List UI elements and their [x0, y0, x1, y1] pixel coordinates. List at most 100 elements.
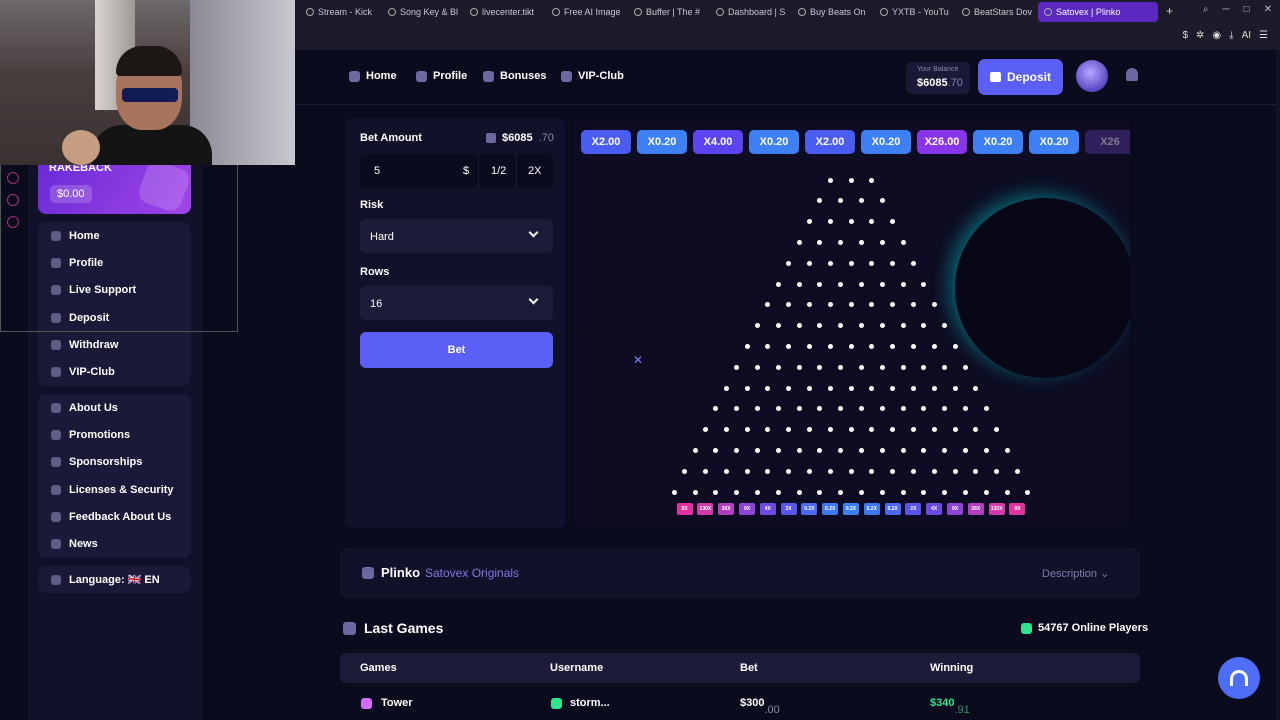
plinko-peg	[702, 427, 708, 433]
sidebar-item-vip-club[interactable]: VIP-Club	[38, 358, 191, 385]
rows-select[interactable]: 16	[360, 286, 553, 320]
row-win-decimal: .91	[954, 704, 970, 716]
risk-select[interactable]: Hard	[360, 219, 553, 253]
header-nav-home[interactable]: Home	[349, 70, 397, 82]
plinko-peg	[754, 323, 760, 329]
sidebar-item-withdraw[interactable]: Withdraw	[38, 331, 191, 358]
avatar[interactable]	[1076, 60, 1108, 92]
chevron-down-icon	[528, 294, 539, 305]
plinko-peg	[827, 468, 833, 474]
new-tab-button[interactable]: +	[1166, 4, 1173, 18]
description-toggle[interactable]: Description ⌄	[1042, 567, 1109, 580]
sidebar-item-deposit[interactable]: Deposit	[38, 304, 191, 331]
table-row[interactable]: Tower storm... $300.00 $340.91	[340, 690, 1140, 718]
browser-tab[interactable]: Free AI Image	[546, 2, 628, 22]
sidebar-item-feedback-about-us[interactable]: Feedback About Us	[38, 503, 191, 530]
plinko-peg	[952, 385, 958, 391]
plinko-peg	[858, 239, 864, 245]
double-bet-button[interactable]: 2X	[528, 165, 541, 177]
sidebar-item-live-support[interactable]: Live Support	[38, 277, 191, 304]
plinko-peg	[900, 281, 906, 287]
gear-icon[interactable]	[7, 216, 19, 228]
plinko-peg	[786, 343, 792, 349]
deposit-button[interactable]: Deposit	[978, 59, 1063, 95]
last-games-heading: Last Games	[343, 620, 443, 636]
menu-icon[interactable]: ☰	[1259, 30, 1268, 41]
bet-button[interactable]: Bet	[360, 332, 553, 368]
live-support-button[interactable]	[1218, 657, 1260, 699]
header-nav-vip[interactable]: VIP-Club	[561, 70, 624, 82]
close-icon[interactable]: ✕	[1264, 4, 1272, 15]
plinko-peg	[754, 406, 760, 412]
plinko-peg	[910, 260, 916, 266]
plinko-peg	[869, 219, 875, 225]
cube-icon[interactable]	[7, 194, 19, 206]
bet-amount-value[interactable]: 5	[374, 165, 380, 177]
ai-button[interactable]: AI	[1242, 30, 1251, 41]
sidebar-item-profile[interactable]: Profile	[38, 249, 191, 276]
description-label: Description	[1042, 568, 1098, 580]
tab-label: BeatStars Dov	[974, 7, 1033, 17]
plinko-peg	[838, 239, 844, 245]
browser-tab[interactable]: livecenter.tikt	[464, 2, 546, 22]
plinko-peg	[983, 447, 989, 453]
search-tabs-icon[interactable]: ⌕	[1203, 4, 1209, 15]
plinko-peg	[890, 385, 896, 391]
plinko-peg	[806, 468, 812, 474]
browser-tab[interactable]: Satovex | Plinko	[1038, 2, 1158, 22]
sidebar-item-home[interactable]: Home	[38, 222, 191, 249]
header-nav-label: Home	[366, 70, 397, 82]
header-nav-bonuses[interactable]: Bonuses	[483, 70, 546, 82]
page-scrollbar[interactable]	[1276, 50, 1280, 720]
sidebar-item-icon	[51, 539, 61, 550]
browser-tab[interactable]: YXTB - YouTu	[874, 2, 956, 22]
browser-tab[interactable]: Buy Beats On	[792, 2, 874, 22]
plinko-peg	[817, 489, 823, 495]
maximize-icon[interactable]: □	[1244, 4, 1250, 15]
header-nav-profile[interactable]: Profile	[416, 70, 467, 82]
plinko-peg	[931, 302, 937, 308]
rakeback-card[interactable]: RAKEBACK $0.00	[38, 157, 193, 215]
plinko-peg	[890, 468, 896, 474]
plinko-peg	[900, 364, 906, 370]
browser-tab[interactable]: BeatStars Dov	[956, 2, 1038, 22]
plinko-peg	[962, 406, 968, 412]
bell-icon[interactable]	[1126, 68, 1138, 81]
sidebar-item-sponsorships[interactable]: Sponsorships	[38, 449, 191, 476]
tab-favicon-icon	[1044, 8, 1052, 16]
sidebar-item-news[interactable]: News	[38, 530, 191, 557]
home-icon	[349, 70, 360, 82]
sidebar-item-label: Licenses & Security	[69, 483, 174, 496]
browser-tab[interactable]: Buffer | The #	[628, 2, 710, 22]
plinko-peg	[744, 427, 750, 433]
puzzle-icon[interactable]: ✲	[1196, 30, 1204, 41]
clock-icon[interactable]	[7, 172, 19, 184]
extension-icon[interactable]: $	[1182, 30, 1188, 41]
sidebar-item-about-us[interactable]: About Us	[38, 394, 191, 421]
multiplier-slot: 130X	[988, 502, 1005, 515]
minimize-icon[interactable]: ─	[1222, 4, 1229, 15]
globe-icon	[51, 574, 61, 585]
plinko-peg	[848, 385, 854, 391]
language-item[interactable]: Language: 🇬🇧 EN	[38, 566, 191, 593]
input-divider	[516, 154, 517, 188]
browser-tab[interactable]: Stream - Kick	[300, 2, 382, 22]
tab-favicon-icon	[470, 8, 478, 16]
sidebar-item-licenses-security[interactable]: Licenses & Security	[38, 476, 191, 503]
plinko-peg	[869, 260, 875, 266]
plinko-peg	[848, 468, 854, 474]
browser-tab[interactable]: Dashboard | S	[710, 2, 792, 22]
rakeback-value: $0.00	[50, 185, 92, 203]
language-selector[interactable]: Language: 🇬🇧 EN	[38, 566, 191, 593]
half-bet-button[interactable]: 1/2	[491, 165, 506, 177]
sidebar-item-icon	[51, 257, 61, 268]
history-chip: X4.00	[693, 130, 743, 154]
browser-tab[interactable]: Song Key & Bl	[382, 2, 464, 22]
plinko-peg	[775, 489, 781, 495]
download-icon[interactable]: ⤓	[1229, 30, 1233, 41]
sidebar-item-label: Withdraw	[69, 338, 119, 351]
sidebar-item-icon	[51, 339, 61, 350]
bet-amount-input[interactable]: 5 $ 1/2 2X	[360, 154, 553, 188]
sidebar-item-promotions[interactable]: Promotions	[38, 421, 191, 448]
profile-icon[interactable]: ◉	[1212, 30, 1221, 41]
